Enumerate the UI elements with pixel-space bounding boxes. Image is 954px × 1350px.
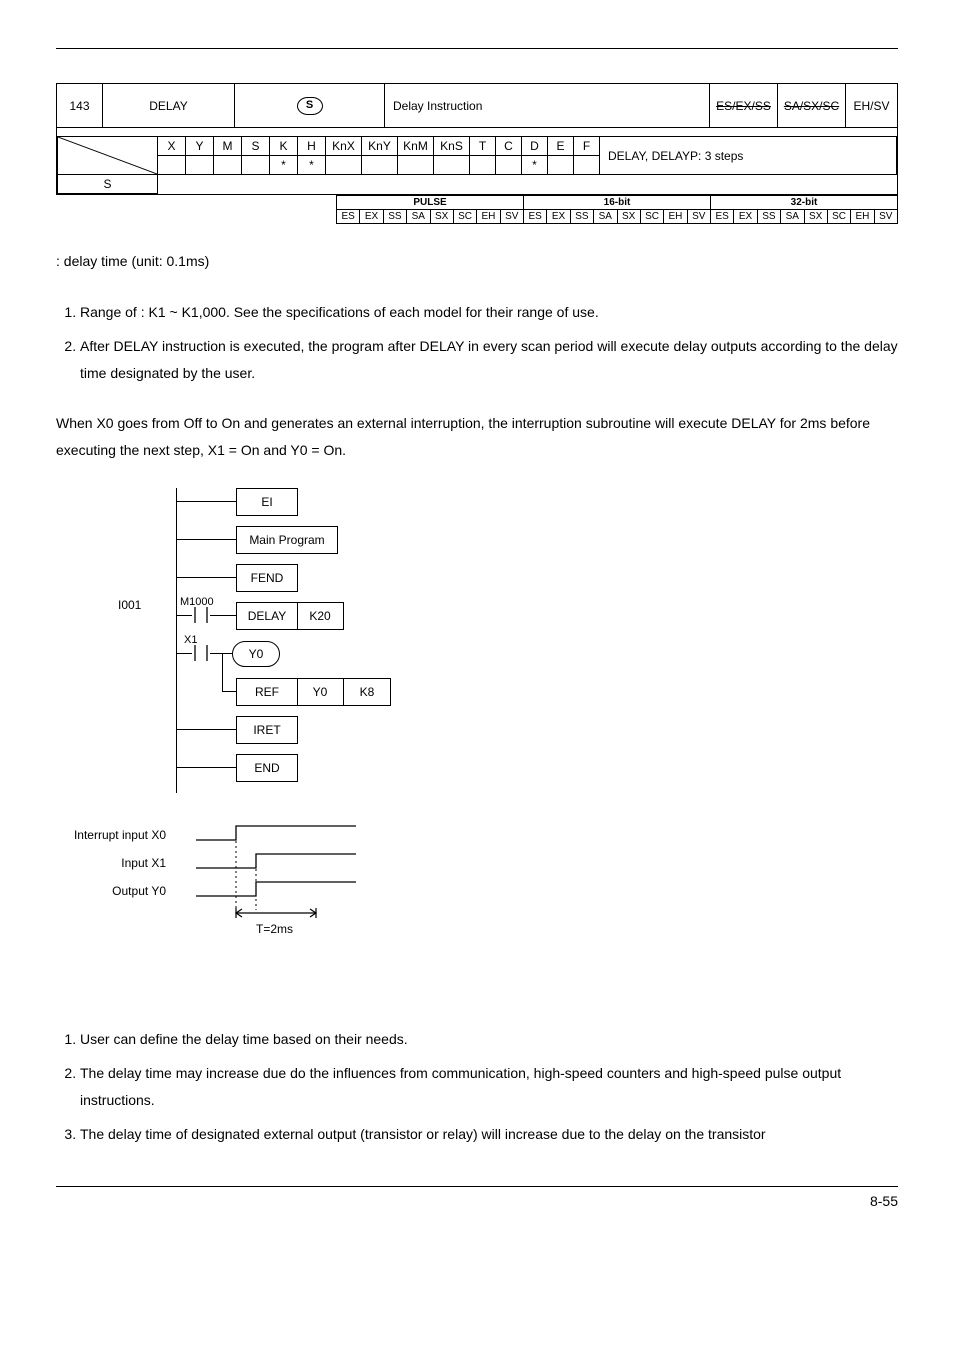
instruction-header: 143 DELAY S Delay Instruction ES/EX/SS S… <box>56 83 898 195</box>
ladder-diagram: EI Main Program FEND I001 M1000 DELAY K2… <box>106 488 446 998</box>
remark-item: The delay time of designated external ou… <box>80 1121 898 1148</box>
api-number: 143 <box>57 84 103 128</box>
remark-item: The delay time may increase due do the i… <box>80 1060 898 1113</box>
remarks: User can define the delay time based on … <box>56 1026 898 1148</box>
diagonal-cell <box>58 137 158 175</box>
support-strip: PULSE 16-bit 32-bit ESEXSSSASXSCEHSV ESE… <box>336 195 898 224</box>
mnemonic: DELAY <box>129 84 209 128</box>
operands-line: : delay time (unit: 0.1ms) <box>56 248 898 275</box>
ctrl-1: ES/EX/SS <box>710 84 778 128</box>
function-desc: Delay Instruction <box>385 84 710 128</box>
s-oval-icon: S <box>297 97 323 115</box>
explanations: Range of : K1 ~ K1,000. See the specific… <box>56 299 898 387</box>
row-s: S <box>58 175 158 194</box>
explanation-item: After DELAY instruction is executed, the… <box>80 333 898 386</box>
steps: DELAY, DELAYP: 3 steps <box>600 137 897 175</box>
operand-cell: S <box>235 84 385 128</box>
operand-grid: XYMS KH KnXKnYKnMKnS TCDEF DELAY, DELAYP… <box>57 136 897 194</box>
remark-item: User can define the delay time based on … <box>80 1026 898 1053</box>
explanation-item: Range of : K1 ~ K1,000. See the specific… <box>80 299 898 326</box>
program-example: When X0 goes from Off to On and generate… <box>56 410 898 463</box>
ctrl-3: EH/SV <box>846 84 898 128</box>
ctrl-2: SA/SX/SC <box>778 84 846 128</box>
page-number: 8-55 <box>56 1193 898 1209</box>
